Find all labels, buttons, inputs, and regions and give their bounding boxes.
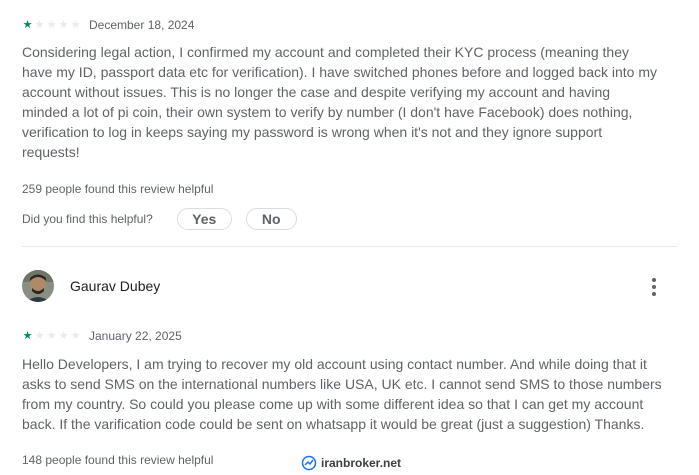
review-text-line: minded a lot of pi coin, their own syste… xyxy=(22,104,633,120)
review-card: ★ ★ ★ ★ ★ December 18, 2024 xyxy=(22,18,677,32)
star-empty-icon: ★ xyxy=(58,18,69,31)
review-text-line: Hello Developers, I am trying to recover… xyxy=(22,356,647,372)
star-empty-icon: ★ xyxy=(70,18,81,31)
helpful-count-row: 259 people found this review helpful xyxy=(22,180,677,198)
star-rating: ★ ★ ★ ★ ★ xyxy=(22,329,83,342)
watermark-logo-icon xyxy=(301,455,317,471)
review-text-line: from my country. So could you please com… xyxy=(22,396,644,412)
dot xyxy=(652,285,656,289)
star-empty-icon: ★ xyxy=(70,329,81,342)
review-rating-row: ★ ★ ★ ★ ★ January 22, 2025 xyxy=(22,329,677,343)
helpful-count: 148 people found this review helpful xyxy=(22,453,214,467)
watermark-text: iranbroker.net xyxy=(321,456,402,470)
no-button[interactable]: No xyxy=(245,208,297,230)
watermark: iranbroker.net xyxy=(301,455,401,471)
review-text-line: Considering legal action, I confirmed my… xyxy=(22,44,629,60)
review-date: December 18, 2024 xyxy=(89,18,195,32)
review-date: January 22, 2025 xyxy=(89,329,182,343)
dot xyxy=(652,278,656,282)
star-filled-icon: ★ xyxy=(22,18,33,31)
helpful-vote-row: Did you find this helpful? Yes No xyxy=(22,208,677,230)
review-body: Considering legal action, I confirmed my… xyxy=(22,42,677,162)
review-author: Gaurav Dubey xyxy=(22,270,160,302)
review-card: ★ ★ ★ ★ ★ January 22, 2025 xyxy=(22,329,677,343)
star-empty-icon: ★ xyxy=(46,18,57,31)
star-empty-icon: ★ xyxy=(34,18,45,31)
dot xyxy=(652,292,656,296)
star-empty-icon: ★ xyxy=(58,329,69,342)
star-filled-icon: ★ xyxy=(22,329,33,342)
avatar-image xyxy=(22,270,54,302)
review-text-line: asks to send SMS on the international nu… xyxy=(22,376,662,392)
avatar[interactable] xyxy=(22,270,54,302)
review-text-line: have my ID, passport data etc for verifi… xyxy=(22,64,658,80)
more-options-icon[interactable] xyxy=(642,276,666,298)
author-name: Gaurav Dubey xyxy=(70,278,161,294)
review-text-line: verification to log in keeps saying my p… xyxy=(22,124,603,140)
review-body: Hello Developers, I am trying to recover… xyxy=(22,354,677,434)
star-rating: ★ ★ ★ ★ ★ xyxy=(22,18,83,31)
star-empty-icon: ★ xyxy=(46,329,57,342)
star-empty-icon: ★ xyxy=(34,329,45,342)
yes-button[interactable]: Yes xyxy=(176,208,232,230)
helpful-count: 259 people found this review helpful xyxy=(22,182,214,196)
review-text-line: account without issues. This is no longe… xyxy=(22,84,611,100)
review-rating-row: ★ ★ ★ ★ ★ December 18, 2024 xyxy=(22,18,677,32)
review-text-line: back. If the varification code could be … xyxy=(22,416,645,432)
review-divider xyxy=(22,246,677,247)
helpful-question: Did you find this helpful? xyxy=(22,212,153,226)
review-text-line: requests! xyxy=(22,144,80,160)
